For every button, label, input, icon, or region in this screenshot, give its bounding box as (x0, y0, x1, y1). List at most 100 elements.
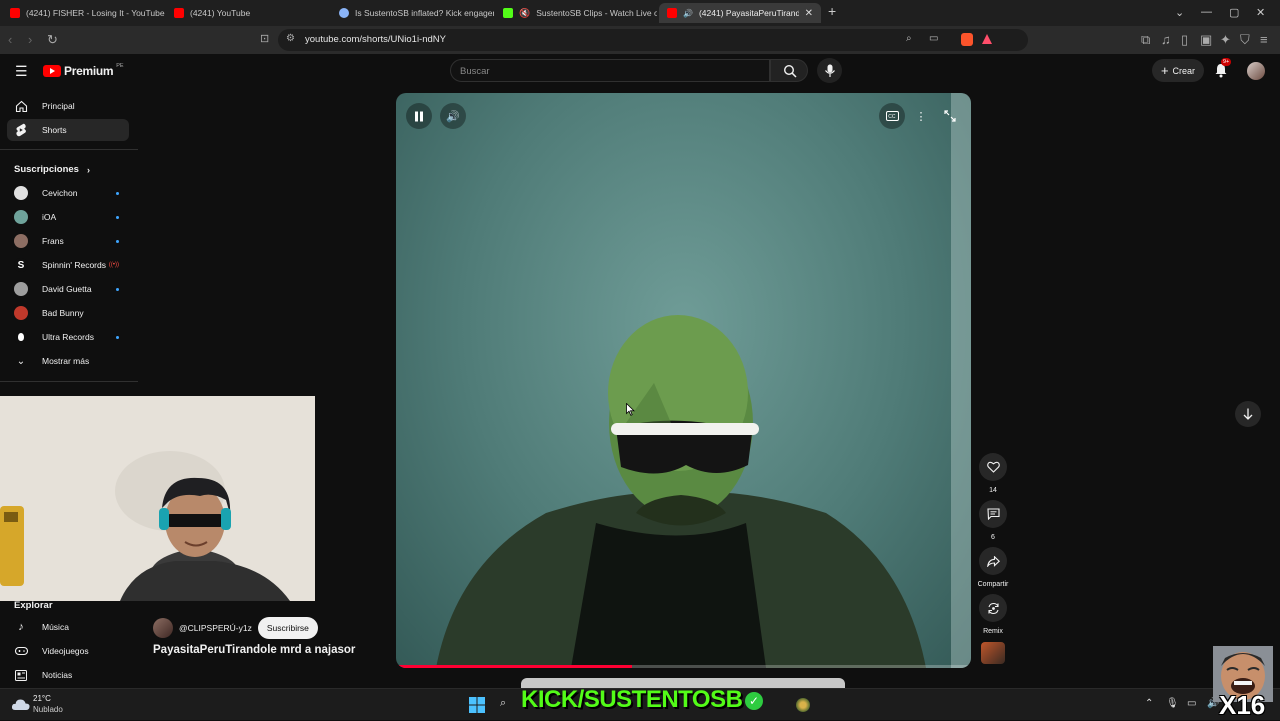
sidebar-item-gaming[interactable]: Videojuegos (7, 640, 129, 662)
remix-action[interactable]: Remix (978, 594, 1008, 635)
share-label: Compartir (977, 581, 1009, 588)
back-arrow-icon[interactable]: ‹ (8, 32, 12, 47)
captions-button[interactable]: CC (879, 103, 905, 129)
close-window-button[interactable]: ✕ (1256, 6, 1265, 19)
svg-text:CC: CC (888, 114, 896, 120)
plus-icon: + (1160, 62, 1169, 78)
share-button[interactable] (979, 547, 1007, 575)
new-tab-button[interactable]: + (828, 3, 836, 19)
close-tab-icon[interactable]: ✕ (805, 8, 813, 19)
short-channel-info: @CLIPSPERÚ-y1z Suscribirse (153, 615, 393, 640)
browser-tab[interactable]: Is SustentoSB inflated? Kick engagem (331, 3, 494, 23)
zoom-icon[interactable]: ⌕ (906, 33, 912, 44)
sidebar-item-news[interactable]: Noticias (7, 664, 129, 686)
media-icon[interactable]: ♫ (1161, 32, 1171, 47)
sidebar-item-subscription[interactable]: iOA (7, 206, 129, 228)
microphone-tray-icon[interactable]: 🎙 (1166, 698, 1179, 709)
arrow-down-icon (1243, 408, 1253, 420)
sidebar-item-subscription[interactable]: S Spinnin' Records ((•)) (7, 254, 129, 276)
like-action[interactable]: 14 (978, 453, 1008, 494)
channel-avatar (14, 282, 28, 296)
show-more-button[interactable]: ⌄ Mostrar más (7, 350, 129, 372)
comment-action[interactable]: 6 (978, 500, 1008, 541)
maximize-button[interactable]: ▢ (1229, 6, 1239, 19)
tab-title: (4241) YouTube (190, 8, 251, 18)
shorts-video-player[interactable]: 🔊 CC ⋮ (396, 93, 971, 668)
like-button[interactable] (979, 453, 1007, 481)
streamer-webcam-image (0, 396, 315, 601)
channel-handle[interactable]: @CLIPSPERÚ-y1z (179, 623, 252, 633)
network-icon[interactable]: ▭ (1187, 698, 1196, 709)
browser-tab[interactable]: 🔇 SustentoSB Clips - Watch Live on (495, 3, 657, 23)
browser-tab-active[interactable]: 🔊 (4241) PayasitaPeruTirandole ✕ (659, 3, 821, 23)
search-button[interactable] (770, 59, 808, 82)
create-button[interactable]: + Crear (1152, 59, 1204, 82)
browser-tab[interactable]: (4241) FISHER - Losing It - YouTube (2, 3, 165, 23)
notifications-button[interactable]: 9+ (1214, 58, 1232, 79)
pause-icon (415, 111, 423, 121)
sidebar-item-subscription[interactable]: Cevichon (7, 182, 129, 204)
next-short-button[interactable] (1235, 401, 1261, 427)
bookmark-icon[interactable]: ⊡ (260, 32, 269, 45)
extensions-icon[interactable]: ⧉ (1141, 32, 1150, 48)
comments-button[interactable] (979, 500, 1007, 528)
hamburger-menu-icon[interactable]: ☰ (15, 63, 28, 80)
muted-speaker-icon[interactable]: 🔇 (519, 8, 530, 19)
tab-search-chevron-icon[interactable]: ⌄ (1175, 6, 1184, 19)
pause-button[interactable] (406, 103, 432, 129)
forward-arrow-icon[interactable]: › (28, 32, 32, 47)
youtube-premium-logo[interactable]: Premium PE (43, 63, 124, 78)
webcam-overlay (0, 396, 315, 601)
subscribe-button[interactable]: Suscribirse (257, 616, 318, 639)
brave-rewards-icon[interactable] (982, 34, 992, 44)
voice-search-button[interactable] (817, 58, 842, 83)
youtube-favicon-icon (174, 8, 184, 18)
sidebar-item-label: Cevichon (42, 188, 78, 198)
volume-button[interactable]: 🔊 (440, 103, 466, 129)
sound-thumbnail[interactable] (981, 642, 1005, 664)
search-input[interactable]: Buscar (450, 59, 770, 82)
more-options-button[interactable]: ⋮ (908, 103, 934, 129)
brave-shield-icon[interactable] (961, 33, 973, 46)
share-action[interactable]: Compartir (978, 547, 1008, 588)
multiplier-label: X16 (1219, 690, 1266, 720)
temperature: 21°C (33, 694, 51, 703)
avatar[interactable] (1247, 62, 1265, 80)
kick-favicon-icon (503, 8, 513, 18)
speaker-icon[interactable]: 🔊 (683, 9, 693, 18)
chevron-up-icon[interactable]: ⌃ (1145, 698, 1153, 709)
channel-avatar[interactable] (153, 617, 173, 638)
new-content-dot (116, 215, 119, 219)
logo-text: Premium (64, 64, 114, 78)
vpn-shield-icon[interactable]: ⛉ (1240, 32, 1250, 48)
expand-icon (944, 110, 956, 122)
taskbar-search-icon[interactable]: ⌕ (500, 697, 506, 710)
sidebar-icon[interactable]: ▯ (1181, 32, 1188, 48)
sidebar-item-home[interactable]: Principal (7, 95, 129, 117)
remix-button[interactable] (979, 594, 1007, 622)
sidebar-item-music[interactable]: ♪ Música (7, 616, 129, 638)
short-title: PayasitaPeruTirandole mrd a najasor (153, 644, 356, 656)
wallet-icon[interactable]: ▣ (1200, 32, 1212, 48)
menu-icon[interactable]: ≡ (1260, 32, 1268, 47)
windows-start-icon[interactable] (469, 697, 485, 713)
sidebar-item-subscription[interactable]: David Guetta (7, 278, 129, 300)
minimize-button[interactable]: — (1201, 6, 1212, 18)
sidebar-item-shorts[interactable]: Shorts (7, 119, 129, 141)
subscriptions-heading[interactable]: Suscripciones › (14, 164, 90, 175)
sidebar-item-subscription[interactable]: Bad Bunny (7, 302, 129, 324)
sidebar-item-subscription[interactable]: Ultra Records (7, 326, 129, 348)
url-text: youtube.com/shorts/UNio1i-ndNY (305, 34, 446, 45)
browser-tab[interactable]: (4241) YouTube (166, 3, 331, 23)
url-field[interactable]: ⚙ youtube.com/shorts/UNio1i-ndNY ⌕ ▭ (278, 29, 1028, 51)
site-info-icon[interactable]: ⚙ (286, 33, 295, 44)
leo-ai-icon[interactable]: ✦ (1220, 32, 1231, 48)
sidebar-item-subscription[interactable]: Frans (7, 230, 129, 252)
notification-count-badge: 9+ (1221, 58, 1232, 66)
home-icon (14, 99, 28, 113)
video-progress-bar[interactable] (396, 665, 971, 668)
video-frame-image (436, 93, 971, 668)
fullscreen-button[interactable] (937, 103, 963, 129)
cast-icon[interactable]: ▭ (929, 33, 938, 44)
reload-icon[interactable]: ↻ (47, 32, 58, 48)
